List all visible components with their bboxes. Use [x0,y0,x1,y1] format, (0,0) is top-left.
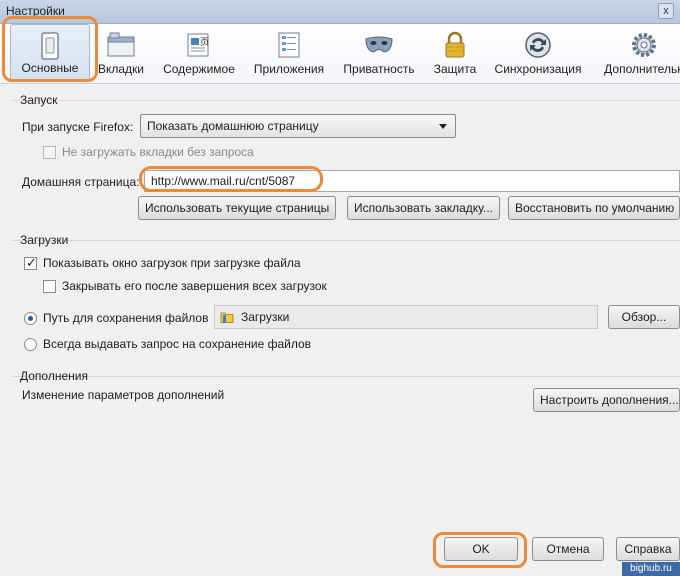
restore-default-button[interactable]: Восстановить по умолчанию [508,196,680,220]
cancel-button[interactable]: Отмена [532,537,604,561]
downloads-group [12,240,680,241]
always-ask-label: Всегда выдавать запрос на сохранение фай… [43,337,312,351]
close-when-done-label: Закрывать его после завершения всех загр… [62,279,327,293]
close-button[interactable]: x [658,3,674,19]
tabs-window-icon [107,32,135,57]
use-bookmark-button[interactable]: Использовать закладку... [347,196,500,220]
watermark: bighub.ru [622,562,680,576]
preferences-toolbar: Основные Вкладки 页 Содержимое Приложения [0,24,680,84]
startup-select-value: Показать домашнюю страницу [147,119,319,133]
browse-button[interactable]: Обзор... [608,305,680,329]
homepage-label: Домашняя страница: [22,175,140,189]
save-path-value: Загрузки [241,310,290,324]
tab-applications[interactable]: Приложения [254,24,324,82]
save-path-label: Путь для сохранения файлов [43,311,209,325]
tab-sync-label: Синхронизация [494,62,582,76]
light-switch-icon [41,32,59,60]
svg-text:页: 页 [200,37,209,48]
tab-privacy[interactable]: Приватность [343,24,415,82]
radio-selected-dot [28,316,33,321]
sync-icon [525,32,551,58]
always-ask-radio[interactable] [24,338,37,351]
startup-group [12,100,680,101]
ok-button[interactable]: OK [444,537,518,561]
addons-group [12,376,680,377]
startup-select[interactable]: Показать домашнюю страницу [140,114,456,138]
general-pane: Запуск При запуске Firefox: Показать дом… [0,85,680,576]
tab-sync[interactable]: Синхронизация [495,24,581,82]
homepage-input[interactable]: http://www.mail.ru/cnt/5087 [144,170,680,192]
dont-load-tabs-label: Не загружать вкладки без запроса [62,145,254,159]
save-path-radio[interactable] [24,312,37,325]
show-downloads-label: Показывать окно загрузок при загрузке фа… [43,256,301,270]
save-path-field: Загрузки [214,305,598,329]
tab-content[interactable]: 页 Содержимое [163,24,235,82]
dont-load-tabs-checkbox[interactable] [43,146,56,159]
window-title: Настройки [6,4,65,18]
help-button[interactable]: Справка [616,537,680,561]
manage-addons-button[interactable]: Настроить дополнения... [533,388,680,412]
folder-icon [220,312,234,323]
startup-label: При запуске Firefox: [22,120,134,134]
tab-security[interactable]: Защита [430,24,480,82]
chevron-down-icon [439,124,447,129]
title-bar: Настройки x [0,0,680,24]
tab-tabs[interactable]: Вкладки [98,24,144,82]
close-when-done-checkbox[interactable] [43,280,56,293]
addons-group-title: Дополнения [20,369,88,383]
tab-advanced[interactable]: Дополнительн [604,24,680,82]
use-current-pages-button[interactable]: Использовать текущие страницы [138,196,336,220]
mask-icon [365,36,393,53]
checkmark-icon: ✓ [26,255,37,270]
startup-group-title: Запуск [20,93,58,107]
document-content-icon: 页 [187,33,209,57]
show-downloads-checkbox[interactable]: ✓ [24,255,37,270]
downloads-group-title: Загрузки [20,233,69,247]
applications-list-icon [278,32,300,58]
padlock-icon [445,31,465,58]
tab-advanced-label: Дополнительн [604,62,680,76]
gear-icon [632,33,656,57]
addons-description: Изменение параметров дополнений [22,388,225,402]
